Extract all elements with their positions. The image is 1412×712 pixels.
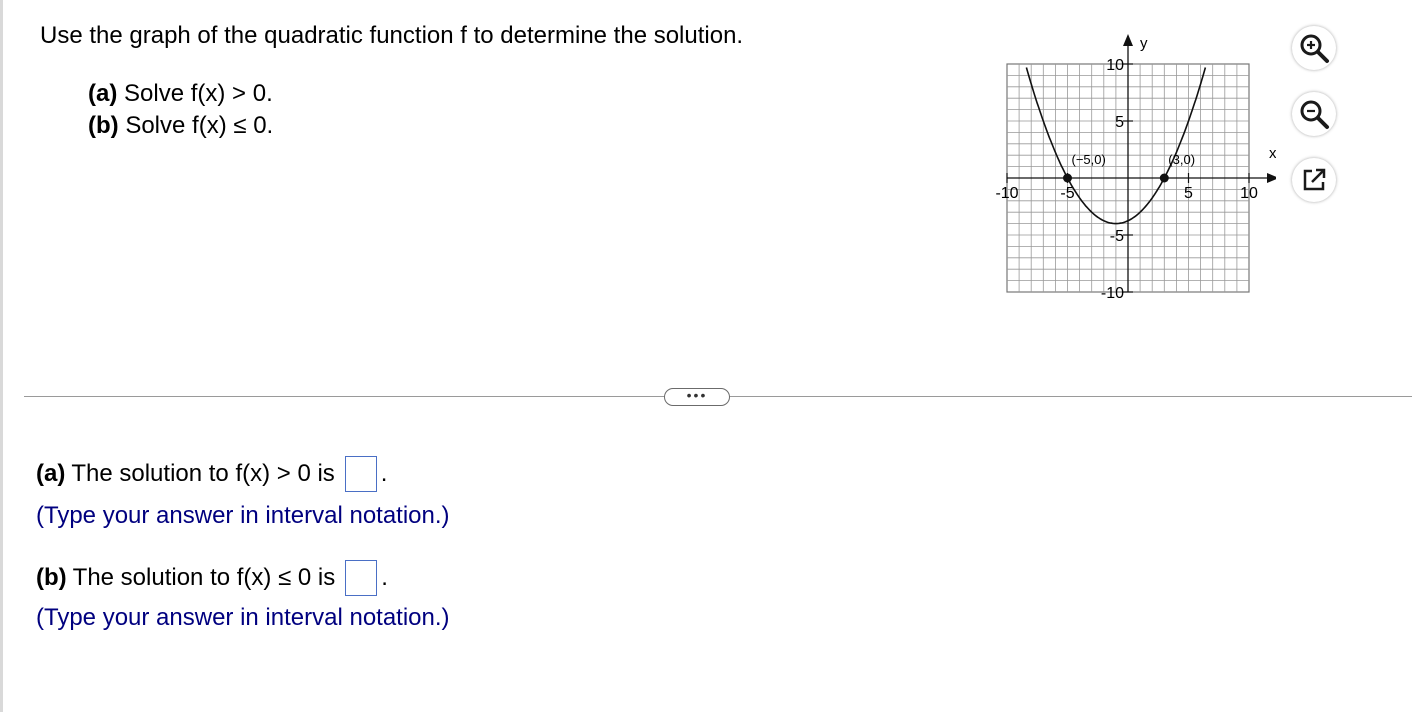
question-title: Use the graph of the quadratic function … — [40, 22, 744, 49]
part-b-text: Solve f(x) ≤ 0. — [125, 112, 274, 139]
x-tick-label: 10 — [1240, 185, 1258, 202]
x-tick-label: -10 — [995, 185, 1018, 202]
y-tick-label: 10 — [1106, 57, 1124, 74]
answer-b-label: (b) — [36, 564, 67, 591]
part-b-label: (b) — [88, 112, 119, 139]
root-label: (3,0) — [1168, 152, 1195, 167]
more-button[interactable]: ••• — [664, 388, 730, 406]
part-a-text: Solve f(x) > 0. — [124, 80, 273, 107]
answer-a-prefix: The solution to f(x) > 0 is — [71, 460, 335, 487]
root-point — [1063, 173, 1072, 183]
y-tick-label: 5 — [1115, 114, 1124, 131]
x-axis-arrow — [1267, 173, 1276, 183]
zoom-in-icon — [1300, 34, 1329, 63]
x-tick-label: 5 — [1184, 185, 1193, 202]
answer-a-label: (a) — [36, 460, 66, 487]
zoom-in-button[interactable] — [1292, 26, 1336, 70]
y-tick-label: -5 — [1110, 228, 1124, 245]
answer-b-input[interactable] — [345, 560, 378, 596]
answer-b-suffix: . — [381, 564, 388, 591]
answer-a-input[interactable] — [344, 456, 377, 492]
answer-b-hint: (Type your answer in interval notation.) — [36, 604, 450, 631]
left-border — [0, 0, 3, 712]
quadratic-graph: xy-10 -5 5 10105-5-10(−5,0) (3,0) — [995, 34, 1276, 302]
zoom-out-icon — [1300, 100, 1329, 129]
answer-a-line: (a) The solution to f(x) > 0 is . — [36, 456, 387, 492]
part-a-label: (a) — [88, 80, 118, 107]
answer-a-suffix: . — [380, 460, 388, 487]
x-axis-label: x — [1269, 145, 1276, 162]
question-part-a: (a) Solve f(x) > 0. — [88, 80, 273, 108]
answer-b-line: (b) The solution to f(x) ≤ 0 is . — [36, 560, 388, 596]
y-tick-label: -10 — [1101, 285, 1124, 302]
question-part-b: (b) Solve f(x) ≤ 0. — [88, 112, 273, 140]
root-point — [1159, 173, 1169, 183]
y-axis-label: y — [1140, 35, 1148, 52]
zoom-out-button[interactable] — [1292, 92, 1336, 136]
answer-b-prefix: The solution to f(x) ≤ 0 is — [72, 564, 336, 591]
root-label: (−5,0) — [1072, 152, 1106, 167]
y-axis-arrow — [1123, 34, 1133, 46]
answer-a-hint: (Type your answer in interval notation.) — [36, 502, 450, 529]
popout-icon — [1303, 168, 1326, 191]
popout-button[interactable] — [1292, 158, 1336, 202]
